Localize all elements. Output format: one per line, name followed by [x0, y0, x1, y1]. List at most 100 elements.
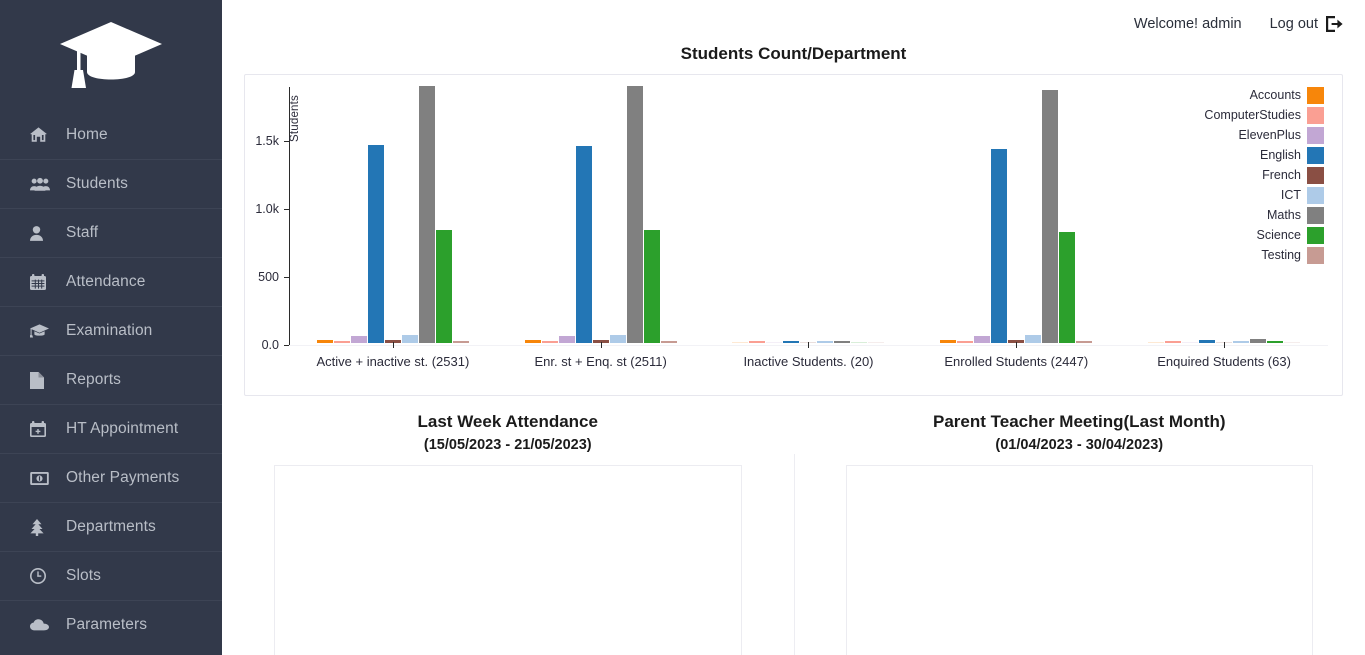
legend-swatch	[1307, 227, 1324, 244]
sidebar-item-label: Students	[66, 175, 128, 193]
bar-elevenplus[interactable]	[766, 341, 783, 343]
legend-item[interactable]: ElevenPlus	[1204, 127, 1324, 144]
legend-swatch	[1307, 207, 1324, 224]
legend-swatch	[1307, 147, 1324, 164]
main-content: Welcome! admin Log out Students Count/De…	[222, 0, 1365, 655]
bar-testing[interactable]	[660, 341, 677, 343]
sidebar-item-reports[interactable]: Reports	[0, 355, 222, 404]
welcome-message: Welcome! admin	[1133, 16, 1242, 32]
brand-logo[interactable]	[0, 0, 222, 110]
bar-science[interactable]	[643, 230, 660, 343]
legend-item[interactable]: ComputerStudies	[1204, 107, 1324, 124]
bar-maths[interactable]	[1042, 90, 1059, 343]
bar-group: Enrolled Students (2447)	[912, 87, 1120, 369]
x-tick-mark	[392, 342, 394, 348]
x-tick-label: Enquired Students (63)	[1157, 354, 1291, 369]
bar-science[interactable]	[1059, 231, 1076, 343]
legend-label: Testing	[1261, 248, 1301, 263]
x-tick-label: Enrolled Students (2447)	[944, 354, 1089, 369]
bar-science[interactable]	[435, 230, 452, 343]
bar-testing[interactable]	[868, 341, 885, 343]
bar-testing[interactable]	[452, 341, 469, 343]
bar-ict[interactable]	[1233, 341, 1250, 343]
sidebar-item-home[interactable]: Home	[0, 110, 222, 159]
bar-testing[interactable]	[1284, 341, 1301, 343]
legend-label: ComputerStudies	[1204, 108, 1301, 123]
bar-maths[interactable]	[626, 86, 643, 343]
bar-maths[interactable]	[1250, 338, 1267, 343]
sidebar-item-label: Reports	[66, 371, 121, 389]
panel-title: Last Week Attendance	[417, 412, 598, 431]
bar-accounts[interactable]	[524, 339, 541, 343]
sidebar-item-label: Home	[66, 125, 108, 143]
bar-group: Enr. st + Enq. st (2511)	[497, 86, 705, 369]
bar-english[interactable]	[367, 144, 384, 343]
logout-button[interactable]: Log out	[1270, 15, 1343, 33]
bar-set	[732, 87, 885, 343]
bar-elevenplus[interactable]	[350, 335, 367, 343]
bar-ict[interactable]	[817, 341, 834, 343]
logout-label: Log out	[1269, 16, 1318, 32]
bar-maths[interactable]	[418, 86, 435, 343]
bar-computerstudies[interactable]	[541, 341, 558, 343]
sidebar-item-attendance[interactable]: Attendance	[0, 257, 222, 306]
legend-item[interactable]: Maths	[1204, 207, 1324, 224]
bar-english[interactable]	[1199, 339, 1216, 343]
legend-label: Maths	[1266, 208, 1301, 223]
bar-computerstudies[interactable]	[957, 341, 974, 343]
sidebar-item-slots[interactable]: Slots	[0, 551, 222, 600]
y-tick-label: 1.5k	[255, 134, 279, 149]
bar-english[interactable]	[575, 145, 592, 343]
legend-swatch	[1307, 87, 1324, 104]
legend-label: French	[1262, 168, 1301, 183]
bar-elevenplus[interactable]	[974, 335, 991, 343]
legend-label: English	[1260, 148, 1301, 163]
x-tick-mark	[1016, 342, 1018, 348]
bar-computerstudies[interactable]	[333, 341, 350, 343]
legend-item[interactable]: ICT	[1204, 187, 1324, 204]
clock-icon	[30, 568, 56, 584]
students-count-chart-panel: Students 0.0 500 1.0k 1.5k Active + inactiv…	[244, 74, 1343, 396]
legend-item[interactable]: Testing	[1204, 247, 1324, 264]
bar-english[interactable]	[783, 341, 800, 343]
sidebar-item-parameters[interactable]: Parameters	[0, 600, 222, 649]
legend-item[interactable]: Science	[1204, 227, 1324, 244]
sidebar-item-departments[interactable]: Departments	[0, 502, 222, 551]
bar-science[interactable]	[851, 341, 868, 343]
sidebar-item-examination[interactable]: Examination	[0, 306, 222, 355]
sidebar-item-students[interactable]: Students	[0, 159, 222, 208]
legend-item[interactable]: Accounts	[1204, 87, 1324, 104]
app-root: Home Students Staff Attendance Examinati…	[0, 0, 1365, 655]
bar-english[interactable]	[991, 148, 1008, 343]
bar-elevenplus[interactable]	[1182, 341, 1199, 343]
legend-label: ElevenPlus	[1238, 128, 1301, 143]
bar-ict[interactable]	[609, 334, 626, 343]
x-tick-label: Active + inactive st. (2531)	[316, 354, 470, 369]
bar-science[interactable]	[1267, 341, 1284, 343]
legend-label: ICT	[1280, 188, 1301, 203]
bar-testing[interactable]	[1076, 341, 1093, 343]
legend-item[interactable]: English	[1204, 147, 1324, 164]
bar-computerstudies[interactable]	[1165, 341, 1182, 343]
sidebar-item-staff[interactable]: Staff	[0, 208, 222, 257]
bar-accounts[interactable]	[732, 341, 749, 343]
graduation-cap-icon	[30, 324, 56, 338]
file-icon	[30, 371, 56, 389]
bar-accounts[interactable]	[316, 339, 333, 343]
sidebar-item-ht-appointment[interactable]: HT Appointment	[0, 404, 222, 453]
bar-maths[interactable]	[834, 341, 851, 343]
attendance-chart-area	[274, 465, 742, 655]
bar-computerstudies[interactable]	[749, 341, 766, 343]
legend-item[interactable]: French	[1204, 167, 1324, 184]
bar-accounts[interactable]	[1148, 341, 1165, 343]
legend-swatch	[1307, 127, 1324, 144]
bar-accounts[interactable]	[940, 339, 957, 343]
sidebar-nav: Home Students Staff Attendance Examinati…	[0, 110, 222, 649]
bar-ict[interactable]	[1025, 335, 1042, 343]
bar-ict[interactable]	[401, 334, 418, 343]
x-tick-label: Enr. st + Enq. st (2511)	[534, 354, 667, 369]
bar-elevenplus[interactable]	[558, 335, 575, 343]
calendar-plus-icon	[30, 421, 56, 437]
sidebar-item-other-payments[interactable]: Other Payments	[0, 453, 222, 502]
legend-swatch	[1307, 167, 1324, 184]
